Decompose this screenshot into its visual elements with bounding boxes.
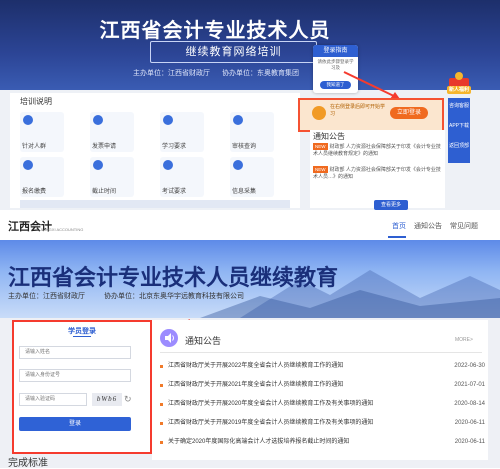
bullet-icon: [160, 422, 163, 425]
clock-icon: [93, 160, 103, 170]
notice-row[interactable]: 关于确定2020年度国际化高端会计人才选拔培养报名截止时间的通知 2020-06-…: [160, 437, 485, 448]
notice-row[interactable]: 江西省财政厅关于开展2022年度全省会计人员继续教育工作的通知 2022-06-3…: [160, 361, 485, 372]
user-icon: [23, 115, 33, 125]
badge-label: 新人福利: [448, 87, 469, 93]
nav-notices[interactable]: 通知公告: [414, 221, 442, 231]
captcha-input[interactable]: [19, 393, 87, 406]
login-panel-title: 学员登录: [68, 328, 96, 335]
notice-title: 通知公告: [185, 336, 222, 346]
book-icon: [163, 115, 173, 125]
wallet-icon: [23, 160, 33, 170]
exam-icon: [163, 160, 173, 170]
smile-icon: [312, 106, 326, 120]
notice-row-text: 江西省财政厅关于开展2021年度全省会计人员继续教育工作的通知: [168, 382, 344, 388]
notice-divider: [160, 352, 482, 353]
hero-org-partner: 协办单位：北京东奥华宇远教育科技有限公司: [104, 293, 244, 300]
id-number-input[interactable]: [19, 369, 131, 382]
notice-row-date: 2020-06-11: [454, 439, 485, 445]
faded-row: [20, 200, 290, 208]
top-org-partner: 协办单位：东奥教育集团: [222, 70, 299, 77]
name-input[interactable]: [19, 346, 131, 359]
tile-info-collection[interactable]: 信息采集: [230, 157, 274, 197]
new-tag: NEW: [313, 143, 328, 150]
hero-org-host: 主办单位：江西省财政厅: [8, 293, 85, 300]
completion-standard-heading: 完成标准: [8, 458, 48, 469]
tile-registration-payment[interactable]: 报名缴费: [20, 157, 64, 197]
notice-row[interactable]: 江西省财政厅关于开展2020年度全省会计人员继续教育工作及有关事项的通知 2020…: [160, 399, 485, 410]
notice-row-date: 2020-08-14: [454, 401, 485, 407]
notice-row-date: 2021-07-01: [454, 382, 485, 388]
login-title-underline: [73, 336, 91, 337]
tile-label: 截止时间: [92, 189, 117, 195]
new-user-benefit-badge[interactable]: 新人福利: [445, 70, 473, 96]
search-icon: [233, 115, 243, 125]
tile-label: 学习要求: [162, 144, 187, 150]
notice-row-text: 江西省财政厅关于开展2022年度全省会计人员继续教育工作的通知: [168, 363, 344, 369]
notice-row-date: 2022-06-30: [454, 363, 485, 369]
site-logo-subtitle: JIANGXI ACCOUNTING: [40, 227, 84, 232]
top-notice-text: 财政部 人力资源社会保障部关于印发《会计专业技术人员…》的通知: [313, 167, 441, 180]
nav-active-indicator: [388, 236, 406, 238]
bullet-icon: [160, 441, 163, 444]
captcha-image[interactable]: bWb6: [92, 393, 122, 406]
tile-label: 审核查询: [232, 144, 257, 150]
side-item-service[interactable]: 咨询客服: [448, 102, 470, 109]
tile-study-requirements[interactable]: 学习要求: [160, 112, 204, 152]
top-page-title: 江西省会计专业技术人员: [99, 20, 331, 42]
tile-label: 发票申请: [92, 144, 117, 150]
login-prompt-text: 在右侧登录后即可开始学习: [330, 104, 386, 117]
tile-audit-query[interactable]: 审核查询: [230, 112, 274, 152]
tile-label: 信息采集: [232, 189, 257, 195]
side-item-app[interactable]: APP下载: [448, 122, 470, 129]
top-org-host: 主办单位：江西省财政厅: [133, 70, 210, 77]
notice-row-text: 关于确定2020年度国际化高端会计人才选拔培养报名截止时间的通知: [168, 439, 350, 445]
bullet-icon: [160, 384, 163, 387]
nav-home[interactable]: 首页: [392, 221, 406, 231]
section-label-training: 培训说明: [20, 97, 52, 106]
top-notice-more-button[interactable]: 查看更多: [374, 200, 408, 210]
invoice-icon: [93, 115, 103, 125]
tile-label: 考试要求: [162, 189, 187, 195]
top-notice-text: 财政部 人力资源社会保障部关于印发《会计专业技术人员继续教育规定》的通知: [313, 144, 441, 157]
login-submit-button[interactable]: 登录: [19, 417, 131, 431]
side-item-top[interactable]: 返回顶部: [448, 142, 470, 149]
bullet-icon: [160, 403, 163, 406]
notice-row[interactable]: 江西省财政厅关于开展2021年度全省会计人员继续教育工作的通知 2021-07-0…: [160, 380, 485, 391]
tile-exam-requirements[interactable]: 考试要求: [160, 157, 204, 197]
notice-row[interactable]: 江西省财政厅关于开展2019年度全省会计人员继续教育工作及有关事项的通知 2020…: [160, 418, 485, 429]
form-icon: [233, 160, 243, 170]
tile-deadline[interactable]: 截止时间: [90, 157, 134, 197]
speaker-icon: [160, 329, 178, 347]
top-notice-title: 通知公告: [313, 132, 345, 141]
notice-row-text: 江西省财政厅关于开展2020年度全省会计人员继续教育工作及有关事项的通知: [168, 401, 374, 407]
student-login-panel: [12, 320, 152, 454]
tile-target-audience[interactable]: 针对人群: [20, 112, 64, 152]
top-notice-item[interactable]: NEW 财政部 人力资源社会保障部关于印发《会计专业技术人员继续教育规定》的通知: [313, 143, 441, 158]
top-page-subtitle: 继续教育网络培训: [150, 41, 317, 63]
notice-row-text: 江西省财政厅关于开展2019年度全省会计人员继续教育工作及有关事项的通知: [168, 420, 374, 426]
notice-more-link[interactable]: MORE>: [455, 337, 473, 343]
notice-row-date: 2020-06-11: [454, 420, 485, 426]
tile-label: 针对人群: [22, 144, 47, 150]
login-now-button[interactable]: 立即登录: [390, 107, 428, 119]
top-notice-item[interactable]: NEW 财政部 人力资源社会保障部关于印发《会计专业技术人员…》的通知: [313, 166, 441, 181]
refresh-icon[interactable]: ↻: [124, 394, 132, 405]
nav-faq[interactable]: 常见问题: [450, 221, 478, 231]
login-guide-title: 登录指南: [313, 45, 358, 57]
hero-title: 江西省会计专业技术人员继续教育: [8, 265, 339, 290]
tile-label: 报名缴费: [22, 189, 47, 195]
bullet-icon: [160, 365, 163, 368]
new-tag: NEW: [313, 166, 328, 173]
tile-invoice[interactable]: 发票申请: [90, 112, 134, 152]
